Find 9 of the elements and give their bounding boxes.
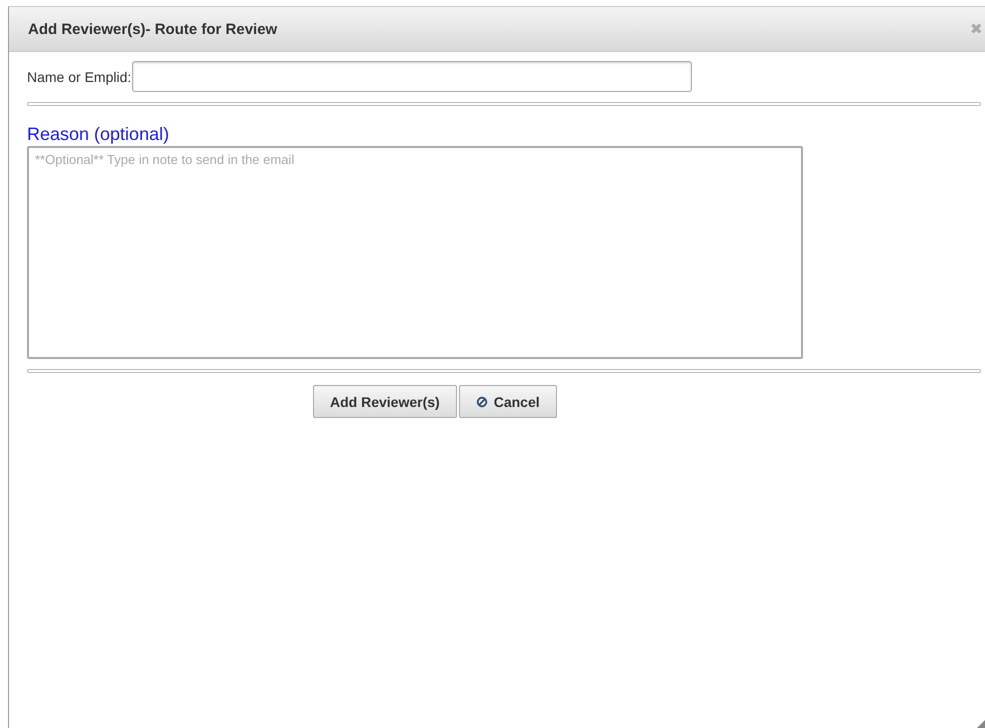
cancel-icon <box>476 396 488 408</box>
name-input-field[interactable] <box>132 61 692 92</box>
reason-label: Reason (optional) <box>27 124 170 145</box>
cancel-button[interactable]: Cancel <box>458 385 557 418</box>
dialog-title: Add Reviewer(s)- Route for Review <box>28 20 278 38</box>
add-reviewers-button[interactable]: Add Reviewer(s) <box>313 385 457 418</box>
reason-text-area[interactable]: **Optional** Type in note to send in the email <box>27 146 803 359</box>
resize-grip-icon[interactable] <box>977 720 985 728</box>
field-label: Name or Emplid: <box>27 68 132 84</box>
